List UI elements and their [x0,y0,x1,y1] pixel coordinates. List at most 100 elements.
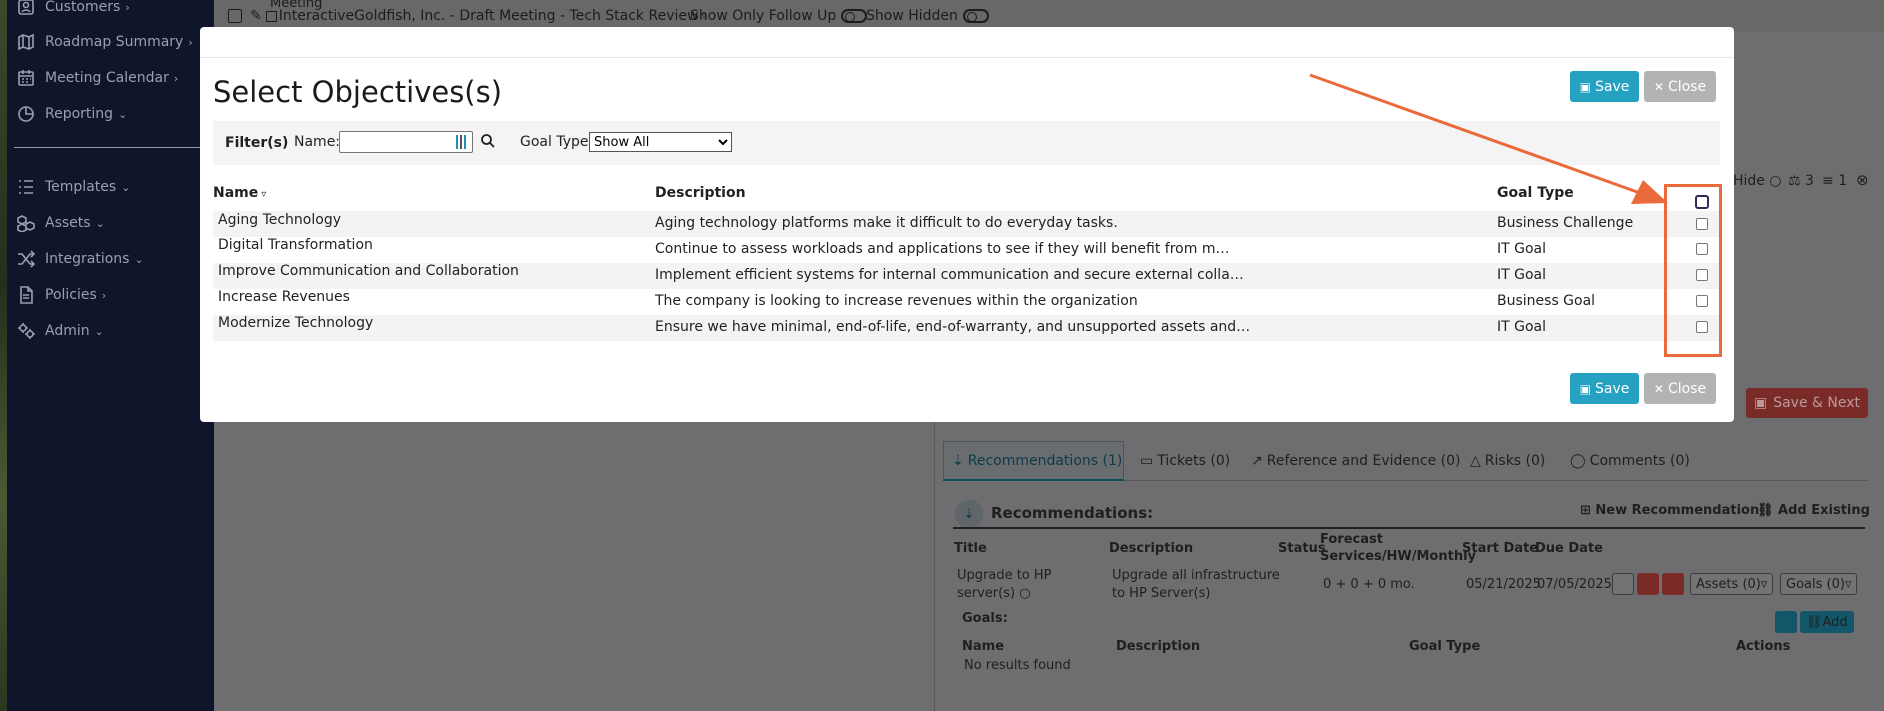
table-row[interactable]: Modernize Technology Ensure we have mini… [213,315,1720,341]
row-description: The company is looking to increase reven… [655,293,1138,309]
sidebar-item-customers[interactable]: Customers › [17,0,130,19]
row-description: Aging technology platforms make it diffi… [655,215,1118,231]
sidebar-item-reporting[interactable]: Reporting ⌄ [17,102,127,126]
goals-label: Goals: [962,611,1008,626]
shuffle-icon [17,250,35,268]
topbar-icons: ✎ InteractiveGoldfish, Inc. - Draft Meet… [228,8,706,24]
ticket-icon: ▭ [1140,453,1154,469]
row-goal-type: IT Goal [1497,267,1547,283]
save-button-bottom[interactable]: ▣ Save [1570,373,1639,404]
toggle-switch[interactable] [841,9,868,23]
tab-recommendations[interactable]: ⇣ Recommendations (1) [943,441,1124,481]
list-icon [17,178,35,196]
password-manager-icon[interactable] [456,135,468,149]
customers-icon [17,0,35,16]
toggle-switch[interactable] [962,9,989,23]
row-description: Continue to assess workloads and applica… [655,241,1230,257]
search-icon[interactable] [480,133,496,149]
sidebar: Customers › Roadmap Summary › Meeting Cale… [7,0,214,711]
goals-dropdown[interactable]: Goals (0) ▿ [1780,573,1858,595]
row-goal-type: Business Goal [1497,293,1596,309]
delete-recommendation-button[interactable] [1637,573,1659,595]
row-name: Digital Transformation [218,237,373,253]
sidebar-item-integrations[interactable]: Integrations ⌄ [17,247,144,271]
rec-col-status: Status [1278,541,1326,556]
rec-row-title[interactable]: Upgrade to HP [957,568,1052,583]
save-icon: ▣ [1753,395,1768,411]
sidebar-item-templates[interactable]: Templates ⌄ [17,175,130,199]
row-goal-type: IT Goal [1497,319,1547,335]
add-goal-button[interactable]: ⛓ Add [1800,611,1854,633]
rec-col-description: Description [1109,541,1194,556]
rec-row-forecast: 0 + 0 + 0 mo. [1323,577,1415,592]
rec-col-forecast-sub: Services/HW/Monthly [1320,549,1477,564]
col-header-goal-type: Goal Type [1497,185,1574,201]
modal-title: Select Objectives(s) [213,75,503,109]
sidebar-item-roadmap-summary[interactable]: Roadmap Summary › [17,30,193,54]
table-row[interactable]: Improve Communication and Collaboration … [213,263,1720,289]
goals-col-name: Name [962,639,1005,654]
tab-risks[interactable]: △ Risks (0) [1462,441,1553,481]
save-next-button[interactable]: ▣ Save & Next [1746,388,1868,418]
tab-tickets[interactable]: ▭ Tickets (0) [1132,441,1238,481]
warning-icon: △ [1470,453,1481,469]
table-row[interactable]: Increase Revenues The company is looking… [213,289,1720,315]
balance-count: ⚖ 3 [1788,173,1814,189]
close-icon: ✕ [1653,79,1664,94]
assets-dropdown[interactable]: Assets (0) ▿ [1690,573,1774,595]
tab-comments[interactable]: ◯ Comments (0) [1562,441,1698,481]
close-button-bottom[interactable]: ✕ Close [1644,373,1716,404]
add-existing-button[interactable]: ⛓ Add Existing [1757,503,1870,518]
goal-type-select[interactable]: Show All [589,132,732,152]
close-icon: ✕ [1653,381,1664,396]
save-button-top[interactable]: ▣ Save [1570,71,1639,102]
tab-reference-evidence[interactable]: ↗ Reference and Evidence (0) [1243,441,1468,481]
show-hidden-toggle[interactable]: Show Hidden [866,8,989,24]
external-link-icon: ↗ [1251,453,1263,469]
show-follow-up-toggle[interactable]: Show Only Follow Up [690,8,868,24]
row-description: Ensure we have minimal, end-of-life, end… [655,319,1251,335]
close-button-top[interactable]: ✕ Close [1644,71,1716,102]
sort-icon: ⇣ [952,452,964,469]
detail-tabs: ⇣ Recommendations (1) ▭ Tickets (0) ↗ Refer… [943,441,1868,481]
add-note-icon[interactable] [228,9,242,23]
edit-recommendation-button[interactable] [1612,573,1634,595]
sidebar-item-meeting-calendar[interactable]: Meeting Calendar › [17,66,178,90]
pencil-icon[interactable]: ✎ [250,8,262,24]
name-filter-label: Name: [294,134,341,150]
pie-chart-icon [17,105,35,123]
annotation-highlight-box [1664,184,1722,357]
boxes-icon [17,214,35,232]
hide-toggle-label[interactable]: Hide ○ [1733,173,1782,189]
clear-goals-button[interactable] [1775,611,1797,633]
close-circle-icon[interactable]: ⊗ [1856,171,1869,189]
name-filter-input[interactable] [339,131,473,153]
row-name: Increase Revenues [218,289,350,305]
row-goal-type: Business Challenge [1497,215,1634,231]
meeting-title-dropdown[interactable]: InteractiveGoldfish, Inc. - Draft Meetin… [279,8,699,24]
rec-row-description-line2: to HP Server(s) [1112,586,1211,601]
rec-row-title-line2[interactable]: server(s) ○ [957,586,1031,601]
unlink-recommendation-button[interactable] [1662,573,1684,595]
row-name: Improve Communication and Collaboration [218,263,519,279]
save-icon: ▣ [1579,79,1591,94]
rec-col-due-date: Due Date [1535,541,1603,556]
new-recommendation-button[interactable]: ⊞ New Recommendation [1580,503,1759,518]
table-row[interactable]: Digital Transformation Continue to asses… [213,237,1720,263]
sidebar-item-assets[interactable]: Assets ⌄ [17,211,105,235]
rec-table-divider [953,527,1865,529]
goal-type-filter-label: Goal Type: [520,134,594,150]
rec-row-start-date: 05/21/2025 [1466,577,1541,592]
rec-col-forecast: Forecast [1320,532,1383,547]
rec-col-start-date: Start Date [1462,541,1539,556]
filter-bar: Filter(s) Name: Goal Type: Show All [213,121,1720,165]
table-row[interactable]: Aging Technology Aging technology platfo… [213,211,1720,237]
col-header-name[interactable]: Name ▿ [213,185,266,201]
recommendations-title: Recommendations: [991,504,1154,522]
goals-col-description: Description [1116,639,1201,654]
sidebar-item-policies[interactable]: Policies › [17,283,106,307]
calendar-icon [17,69,35,87]
sidebar-item-admin[interactable]: Admin ⌄ [17,319,104,343]
row-name: Modernize Technology [218,315,374,331]
goals-col-goal-type: Goal Type [1409,639,1481,654]
